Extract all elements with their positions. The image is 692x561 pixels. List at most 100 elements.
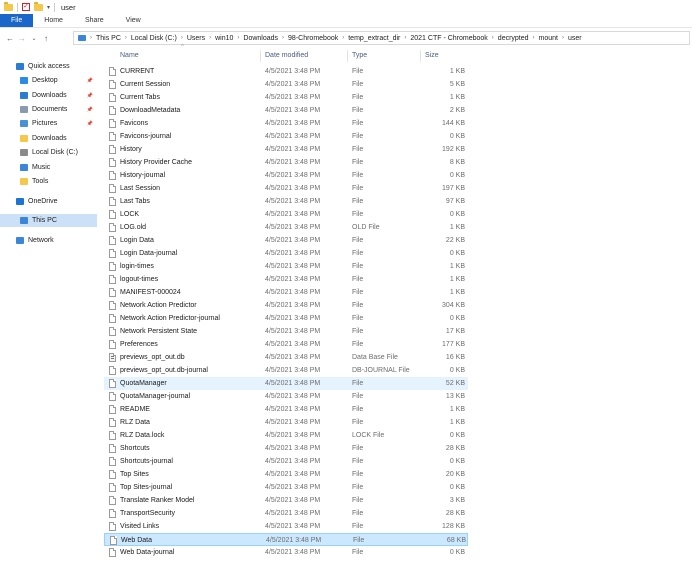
chevron-right-icon[interactable]: › [562, 35, 564, 41]
table-row[interactable]: previews_opt_out.db-journal 4/5/2021 3:48… [104, 364, 468, 377]
chevron-right-icon[interactable]: › [209, 35, 211, 41]
back-icon[interactable]: ← [4, 34, 16, 43]
table-row[interactable]: Last Tabs 4/5/2021 3:48 PM File 97 KB [104, 195, 468, 208]
file-icon [109, 431, 116, 440]
table-row[interactable]: Network Action Predictor 4/5/2021 3:48 PM… [104, 299, 468, 312]
sidebar-item-documents[interactable]: Documents 📌 [0, 103, 97, 116]
new-folder-icon[interactable] [34, 1, 43, 11]
table-row[interactable]: Web Data 4/5/2021 3:48 PM File 68 KB [104, 533, 468, 546]
table-row[interactable]: Web Data-journal 4/5/2021 3:48 PM File 0 KB [104, 546, 468, 559]
table-row[interactable]: previews_opt_out.db 4/5/2021 3:48 PM Data … [104, 351, 468, 364]
breadcrumb-item[interactable]: win10 [215, 35, 233, 42]
sidebar-item-music[interactable]: Music [0, 161, 97, 174]
breadcrumb-item[interactable]: Users [187, 35, 205, 42]
sidebar-item-this-pc[interactable]: This PC [0, 214, 97, 227]
table-row[interactable]: Network Action Predictor-journal 4/5/2021… [104, 312, 468, 325]
sidebar-item-downloads[interactable]: Downloads [0, 132, 97, 145]
table-row[interactable]: Current Tabs 4/5/2021 3:48 PM File 1 KB [104, 91, 468, 104]
chevron-right-icon[interactable]: › [282, 35, 284, 41]
file-type: File [352, 302, 364, 309]
table-row[interactable]: RLZ Data.lock 4/5/2021 3:48 PM LOCK File 0 … [104, 429, 468, 442]
column-header-size[interactable]: Size [425, 52, 439, 63]
chevron-right-icon[interactable]: › [181, 35, 183, 41]
column-header-date[interactable]: Date modified [265, 52, 308, 63]
table-row[interactable]: Last Session 4/5/2021 3:48 PM File 197 KB [104, 182, 468, 195]
customize-quick-access-icon[interactable]: ▾ [47, 4, 50, 11]
tab-home[interactable]: Home [33, 14, 74, 27]
table-row[interactable]: Favicons 4/5/2021 3:48 PM File 144 KB [104, 117, 468, 130]
table-row[interactable]: Preferences 4/5/2021 3:48 PM File 177 KB [104, 338, 468, 351]
table-row[interactable]: Login Data 4/5/2021 3:48 PM File 22 KB [104, 234, 468, 247]
chevron-right-icon[interactable]: › [404, 35, 406, 41]
column-divider[interactable] [420, 50, 421, 62]
chevron-right-icon[interactable]: › [237, 35, 239, 41]
column-header-name[interactable]: Name [120, 52, 139, 63]
table-row[interactable]: QuotaManager-journal 4/5/2021 3:48 PM File… [104, 390, 468, 403]
table-row[interactable]: History 4/5/2021 3:48 PM File 192 KB [104, 143, 468, 156]
table-row[interactable]: Top Sites 4/5/2021 3:48 PM File 20 KB [104, 468, 468, 481]
pin-icon[interactable]: 📌 [87, 78, 93, 84]
sidebar-item-onedrive[interactable]: OneDrive [0, 195, 97, 208]
tab-file[interactable]: File [0, 14, 34, 27]
table-row[interactable]: Login Data-journal 4/5/2021 3:48 PM File 0 … [104, 247, 468, 260]
file-type: File [352, 497, 364, 504]
table-row[interactable]: LOG.old 4/5/2021 3:48 PM OLD File 1 KB [104, 221, 468, 234]
column-header-type[interactable]: Type [352, 52, 367, 63]
breadcrumb-item[interactable]: temp_extract_dir [348, 35, 400, 42]
table-row[interactable]: Shortcuts-journal 4/5/2021 3:48 PM File 0 K… [104, 455, 468, 468]
breadcrumb-item[interactable]: Local Disk (C:) [131, 35, 177, 42]
table-row[interactable]: Shortcuts 4/5/2021 3:48 PM File 28 KB [104, 442, 468, 455]
table-row[interactable]: Top Sites-journal 4/5/2021 3:48 PM File 0 K… [104, 481, 468, 494]
chevron-right-icon[interactable]: › [492, 35, 494, 41]
sidebar-item-local-disk-c[interactable]: Local Disk (C:) [0, 146, 97, 159]
chevron-right-icon[interactable]: › [125, 35, 127, 41]
table-row[interactable]: Favicons-journal 4/5/2021 3:48 PM File 0 KB [104, 130, 468, 143]
tab-view[interactable]: View [115, 14, 152, 27]
sidebar-item-tools[interactable]: Tools [0, 175, 97, 188]
forward-icon[interactable]: → [16, 34, 28, 43]
file-size: 197 KB [442, 185, 465, 192]
up-icon[interactable]: ↑ [40, 34, 52, 43]
properties-icon[interactable]: ✓ [22, 3, 30, 11]
table-row[interactable]: Network Persistent State 4/5/2021 3:48 PM… [104, 325, 468, 338]
sidebar-item-desktop[interactable]: Desktop 📌 [0, 74, 97, 87]
table-row[interactable]: logout-times 4/5/2021 3:48 PM File 1 KB [104, 273, 468, 286]
pin-icon[interactable]: 📌 [87, 93, 93, 99]
table-row[interactable]: QuotaManager 4/5/2021 3:48 PM File 52 KB [104, 377, 468, 390]
table-row[interactable]: History-journal 4/5/2021 3:48 PM File 0 KB [104, 169, 468, 182]
chevron-right-icon[interactable]: › [533, 35, 535, 41]
breadcrumb-item[interactable]: Downloads [243, 35, 278, 42]
chevron-right-icon[interactable]: › [342, 35, 344, 41]
sidebar-item-pictures[interactable]: Pictures 📌 [0, 117, 97, 130]
tab-share[interactable]: Share [74, 14, 115, 27]
recent-locations-icon[interactable]: ⌄ [28, 35, 40, 42]
table-row[interactable]: LOCK 4/5/2021 3:48 PM File 0 KB [104, 208, 468, 221]
table-row[interactable]: Current Session 4/5/2021 3:48 PM File 5 KB [104, 78, 468, 91]
table-row[interactable]: CURRENT 4/5/2021 3:48 PM File 1 KB [104, 65, 468, 78]
file-icon [109, 379, 116, 388]
sidebar-item-network[interactable]: Network [0, 234, 97, 247]
table-row[interactable]: DownloadMetadata 4/5/2021 3:48 PM File 2 KB [104, 104, 468, 117]
table-row[interactable]: Translate Ranker Model 4/5/2021 3:48 PM Fi… [104, 494, 468, 507]
table-row[interactable]: MANIFEST-000024 4/5/2021 3:48 PM File 1 KB [104, 286, 468, 299]
breadcrumb-item[interactable]: 98-Chromebook [288, 35, 338, 42]
breadcrumb-item[interactable]: This PC [96, 35, 121, 42]
column-divider[interactable] [347, 50, 348, 62]
table-row[interactable]: History Provider Cache 4/5/2021 3:48 PM Fi… [104, 156, 468, 169]
pin-icon[interactable]: 📌 [87, 121, 93, 127]
table-row[interactable]: Visited Links 4/5/2021 3:48 PM File 128 KB [104, 520, 468, 533]
column-divider[interactable] [260, 50, 261, 62]
breadcrumb-item[interactable]: user [568, 35, 582, 42]
breadcrumb-item[interactable]: 2021 CTF - Chromebook [410, 35, 487, 42]
breadcrumb-item[interactable]: decrypted [498, 35, 529, 42]
address-bar[interactable]: › This PC › Local Disk (C:) › Users › win10 › Dow… [73, 31, 690, 45]
table-row[interactable]: login-times 4/5/2021 3:48 PM File 1 KB [104, 260, 468, 273]
pin-icon[interactable]: 📌 [87, 107, 93, 113]
chevron-right-icon[interactable]: › [90, 35, 92, 41]
table-row[interactable]: README 4/5/2021 3:48 PM File 1 KB [104, 403, 468, 416]
sidebar-item-quick-access[interactable]: Quick access [0, 60, 97, 73]
table-row[interactable]: RLZ Data 4/5/2021 3:48 PM File 1 KB [104, 416, 468, 429]
breadcrumb-item[interactable]: mount [539, 35, 558, 42]
sidebar-item-downloads[interactable]: Downloads 📌 [0, 89, 97, 102]
table-row[interactable]: TransportSecurity 4/5/2021 3:48 PM File 28 … [104, 507, 468, 520]
